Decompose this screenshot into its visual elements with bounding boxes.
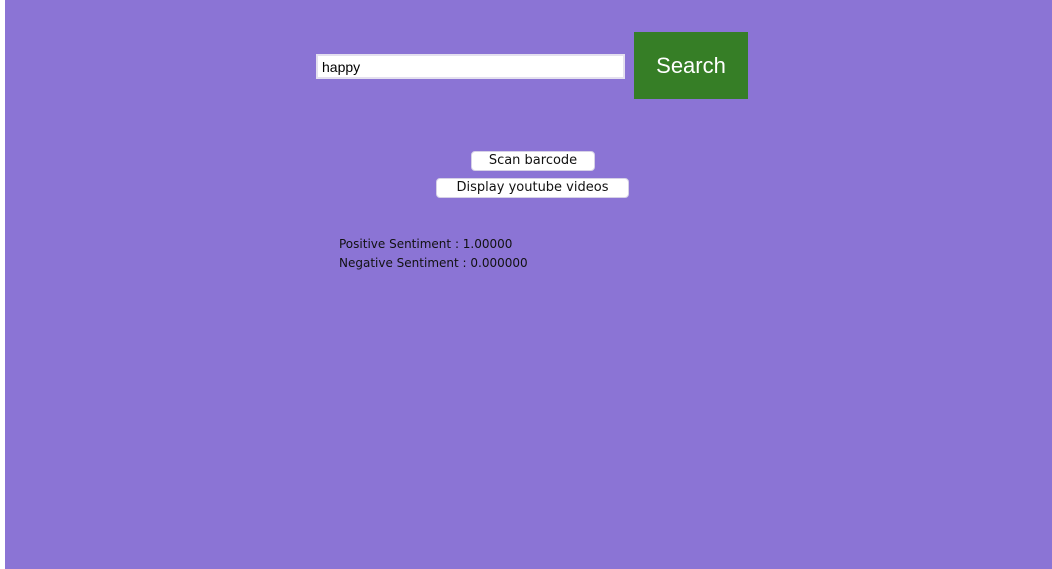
negative-sentiment-label: Negative Sentiment bbox=[339, 256, 459, 270]
positive-sentiment-line: Positive Sentiment : 1.00000 bbox=[339, 237, 512, 251]
positive-sentiment-label: Positive Sentiment bbox=[339, 237, 452, 251]
negative-sentiment-value: 0.000000 bbox=[470, 256, 528, 270]
positive-sentiment-separator: : bbox=[454, 237, 463, 251]
page-background: Search Scan barcode Display youtube vide… bbox=[5, 0, 1052, 569]
display-youtube-videos-button[interactable]: Display youtube videos bbox=[436, 178, 629, 198]
scan-barcode-button[interactable]: Scan barcode bbox=[471, 151, 595, 171]
positive-sentiment-value: 1.00000 bbox=[462, 237, 513, 251]
search-input[interactable] bbox=[316, 54, 625, 79]
search-button[interactable]: Search bbox=[634, 32, 748, 99]
negative-sentiment-line: Negative Sentiment : 0.000000 bbox=[339, 256, 528, 270]
